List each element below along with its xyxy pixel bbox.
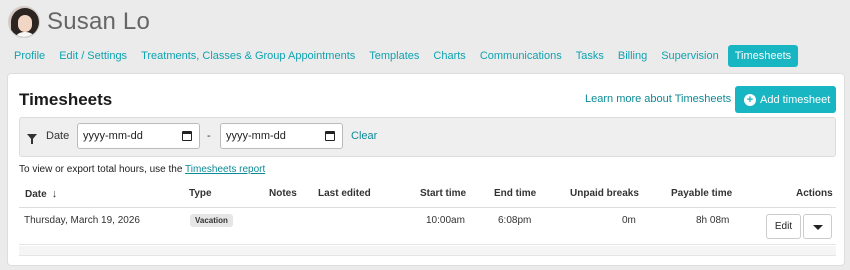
row-start-time: 10:00am [426, 215, 465, 226]
table-header-divider [19, 207, 836, 208]
date-to-placeholder: yyyy-mm-dd [226, 130, 286, 142]
row-end-time: 6:08pm [498, 215, 532, 226]
plus-circle-icon: + [744, 93, 756, 106]
column-header-last-edited: Last edited [318, 188, 371, 199]
tab-edit-settings[interactable]: Edit / Settings [52, 45, 134, 67]
date-filter-bar: Date yyyy-mm-dd - yyyy-mm-dd Clear [19, 117, 836, 157]
column-header-actions: Actions [796, 188, 833, 199]
edit-button[interactable]: Edit [766, 214, 801, 239]
column-header-payable-time: Payable time [671, 188, 733, 199]
filter-icon [27, 134, 37, 144]
more-actions-button[interactable] [803, 214, 832, 239]
date-range-separator: - [207, 130, 211, 142]
clear-filter-link[interactable]: Clear [351, 130, 377, 142]
patient-name: Susan Lo [47, 8, 151, 35]
column-header-start-time: Start time [420, 188, 467, 199]
type-badge: Vacation [190, 214, 233, 227]
report-hint-text: To view or export total hours, use the [19, 164, 183, 175]
tab-communications[interactable]: Communications [473, 45, 569, 67]
sort-down-icon: ↓ [51, 188, 58, 200]
avatar[interactable] [8, 6, 40, 38]
tab-bar: Profile Edit / Settings Treatments, Clas… [7, 45, 799, 67]
column-header-notes: Notes [269, 188, 297, 199]
timesheets-report-link[interactable]: Timesheets report [185, 164, 265, 175]
column-header-date[interactable]: Date ↓ [25, 188, 57, 200]
date-to-input[interactable]: yyyy-mm-dd [220, 123, 343, 149]
learn-more-link[interactable]: Learn more about Timesheets [585, 93, 731, 105]
tab-profile[interactable]: Profile [7, 45, 52, 67]
tab-charts[interactable]: Charts [426, 45, 472, 67]
tab-treatments[interactable]: Treatments, Classes & Group Appointments [134, 45, 362, 67]
table-footer [19, 246, 836, 256]
row-date: Thursday, March 19, 2026 [24, 215, 140, 226]
column-header-end-time: End time [494, 188, 537, 199]
date-from-placeholder: yyyy-mm-dd [83, 130, 143, 142]
page-title: Timesheets [19, 90, 113, 109]
add-timesheet-button[interactable]: + Add timesheet [735, 86, 836, 113]
column-header-unpaid-breaks: Unpaid breaks [570, 188, 639, 199]
row-divider [19, 244, 836, 245]
date-filter-label: Date [46, 130, 70, 142]
date-from-input[interactable]: yyyy-mm-dd [77, 123, 200, 149]
report-hint: To view or export total hours, use the T… [19, 164, 265, 175]
column-header-type: Type [189, 188, 212, 199]
profile-header: Susan Lo [8, 4, 150, 40]
calendar-icon[interactable] [182, 131, 192, 141]
tab-tasks[interactable]: Tasks [569, 45, 611, 67]
tab-timesheets[interactable]: Timesheets [727, 45, 799, 67]
timesheets-panel: Timesheets Learn more about Timesheets +… [7, 73, 845, 266]
tab-templates[interactable]: Templates [362, 45, 426, 67]
calendar-icon[interactable] [325, 131, 335, 141]
row-payable-time: 8h 08m [696, 215, 730, 226]
tab-billing[interactable]: Billing [611, 45, 654, 67]
column-header-date-label: Date [25, 189, 47, 200]
add-timesheet-label: Add timesheet [760, 93, 831, 106]
tab-supervision[interactable]: Supervision [654, 45, 725, 67]
row-unpaid-breaks: 0m [622, 215, 636, 226]
caret-down-icon [813, 225, 823, 230]
